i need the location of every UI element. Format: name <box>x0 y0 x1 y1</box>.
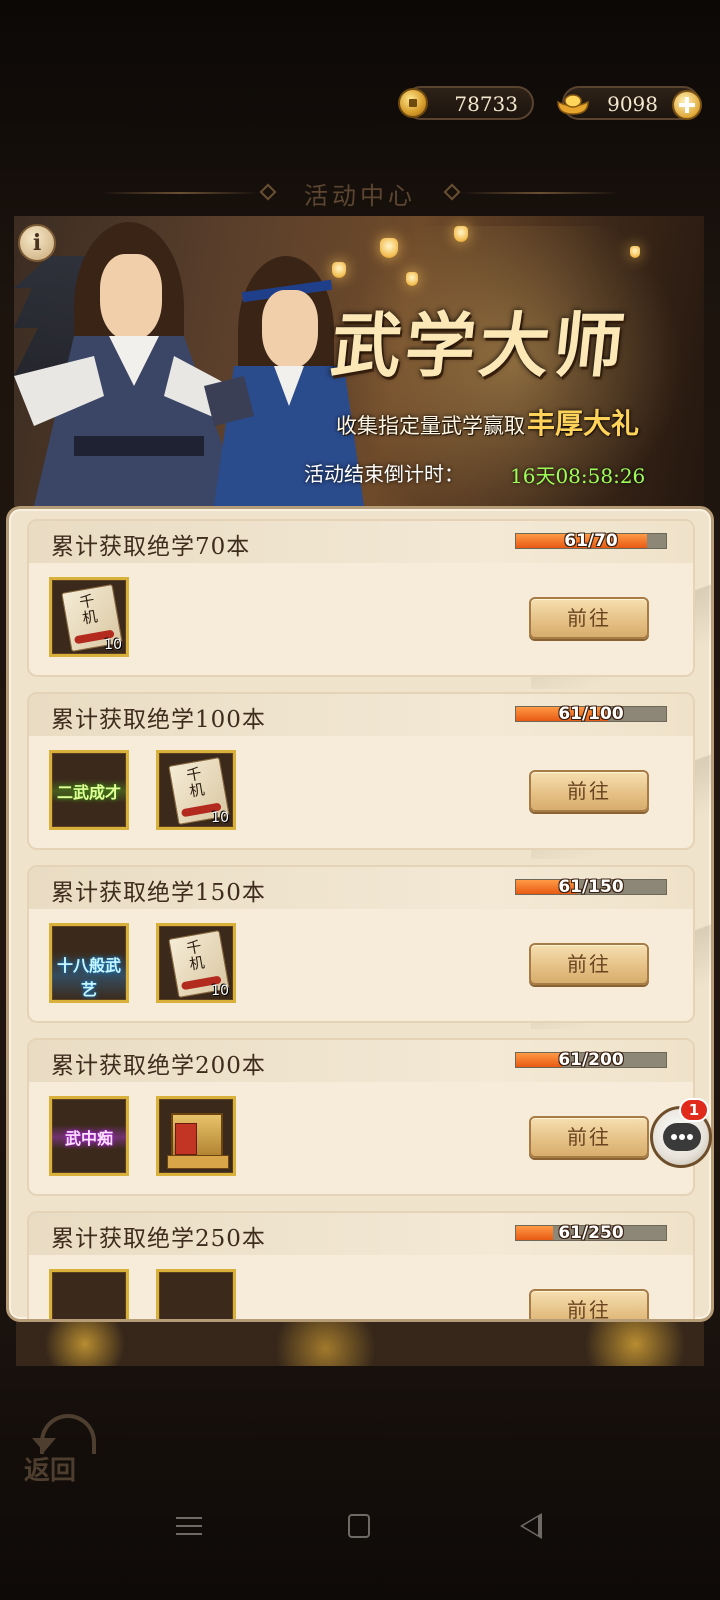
gold-ingot-icon <box>557 94 589 115</box>
event-subtitle-text: 收集指定量武学赢取 <box>336 414 525 438</box>
task-card: 累计获取绝学250本 61/250 前往 <box>27 1211 695 1319</box>
task-progress-bar: 61/100 <box>515 704 667 724</box>
task-progress-bar: 61/150 <box>515 877 667 897</box>
task-progress-bar: 61/250 <box>515 1223 667 1243</box>
coin-amount: 78733 <box>454 92 518 116</box>
task-list[interactable]: 累计获取绝学70本 61/70 千机 10 前往 累计获取绝学100本 61/1… <box>27 519 695 1319</box>
go-button[interactable]: 前往 <box>529 597 649 639</box>
title-token-label: 二武成才 <box>52 779 126 803</box>
task-progress-bar: 61/200 <box>515 1050 667 1070</box>
coin-icon <box>398 88 428 118</box>
task-progress-text: 61/100 <box>558 704 624 724</box>
reward-count: 10 <box>211 983 229 999</box>
lantern-icon <box>406 272 418 286</box>
manual-book-title: 千机 <box>78 591 99 628</box>
home-icon[interactable] <box>348 1514 370 1538</box>
title-token-label: 十八般武艺 <box>52 952 126 1000</box>
reward-item[interactable] <box>49 1269 129 1319</box>
back-label: 返回 <box>24 1456 77 1486</box>
countdown-timer: 16天08:58:26 <box>510 464 646 488</box>
reward-scroll-book[interactable]: 千机 10 <box>156 923 236 1003</box>
task-title: 累计获取绝学150本 <box>51 880 266 906</box>
task-progress-text: 61/200 <box>558 1050 624 1070</box>
recent-apps-icon[interactable] <box>176 1515 202 1537</box>
treasure-chest-icon <box>167 1113 229 1169</box>
task-header: 累计获取绝学200本 61/200 <box>29 1040 693 1082</box>
reward-title-token[interactable]: 十八般武艺 <box>49 923 129 1003</box>
reward-title-token[interactable]: 武中痴 <box>49 1096 129 1176</box>
task-progress-text: 61/70 <box>564 531 618 551</box>
back-arrow-icon <box>32 1414 96 1454</box>
task-title: 累计获取绝学200本 <box>51 1053 266 1079</box>
task-card: 累计获取绝学150本 61/150 十八般武艺 千机 10 前往 <box>27 865 695 1023</box>
back-button[interactable]: 返回 <box>20 1410 96 1486</box>
chat-bubble-icon <box>663 1123 701 1151</box>
event-title: 武学大师 <box>327 304 632 387</box>
add-ingots-button[interactable] <box>672 90 702 120</box>
task-title: 累计获取绝学250本 <box>51 1226 266 1252</box>
task-title: 累计获取绝学100本 <box>51 707 266 733</box>
task-progress-bar: 61/70 <box>515 531 667 551</box>
task-panel[interactable]: 累计获取绝学70本 61/70 千机 10 前往 累计获取绝学100本 61/1… <box>6 506 714 1322</box>
reward-treasure-chest[interactable] <box>156 1096 236 1176</box>
go-button[interactable]: 前往 <box>529 943 649 985</box>
event-subtitle: 收集指定量武学赢取丰厚大礼 <box>336 402 639 442</box>
reward-item[interactable] <box>156 1269 236 1319</box>
reward-count: 10 <box>104 637 122 653</box>
info-button[interactable]: i <box>18 224 56 262</box>
task-progress-text: 61/250 <box>558 1223 624 1243</box>
task-card: 累计获取绝学100本 61/100 二武成才 千机 10 前往 <box>27 692 695 850</box>
reward-scroll-book[interactable]: 千机 10 <box>49 577 129 657</box>
go-button[interactable]: 前往 <box>529 1289 649 1319</box>
gold-treasure-decoration <box>16 1322 704 1366</box>
reward-count: 10 <box>211 810 229 826</box>
countdown-label: 活动结束倒计时： <box>304 462 464 486</box>
task-progress-text: 61/150 <box>558 877 624 897</box>
go-button[interactable]: 前往 <box>529 1116 649 1158</box>
ingot-amount: 9098 <box>607 92 658 116</box>
manual-book-title: 千机 <box>185 764 206 801</box>
reward-title-token[interactable]: 二武成才 <box>49 750 129 830</box>
lantern-icon <box>630 246 640 258</box>
page-title-row: 活动中心 <box>0 172 720 212</box>
app-screen: 78733 9098 活动中心 i 武学大师 收集指定量武学赢取丰厚大礼 活动结… <box>0 0 720 1600</box>
lantern-icon <box>454 226 468 242</box>
system-back-icon[interactable] <box>520 1513 542 1539</box>
task-header: 累计获取绝学100本 61/100 <box>29 694 693 736</box>
event-subtitle-highlight: 丰厚大礼 <box>527 407 640 440</box>
task-header: 累计获取绝学250本 61/250 <box>29 1213 693 1255</box>
reward-scroll-book[interactable]: 千机 10 <box>156 750 236 830</box>
title-token-label: 武中痴 <box>52 1125 126 1149</box>
task-header: 累计获取绝学150本 61/150 <box>29 867 693 909</box>
task-card: 累计获取绝学70本 61/70 千机 10 前往 <box>27 519 695 677</box>
lantern-icon <box>380 238 398 258</box>
task-header: 累计获取绝学70本 61/70 <box>29 521 693 563</box>
chat-unread-badge: 1 <box>679 1098 709 1122</box>
title-divider-right <box>460 192 620 194</box>
go-button[interactable]: 前往 <box>529 770 649 812</box>
event-banner: i 武学大师 收集指定量武学赢取丰厚大礼 活动结束倒计时： 16天08:58:2… <box>14 216 704 506</box>
task-card: 累计获取绝学200本 61/200 武中痴 前往 <box>27 1038 695 1196</box>
task-title: 累计获取绝学70本 <box>51 534 251 560</box>
manual-book-title: 千机 <box>185 937 206 974</box>
